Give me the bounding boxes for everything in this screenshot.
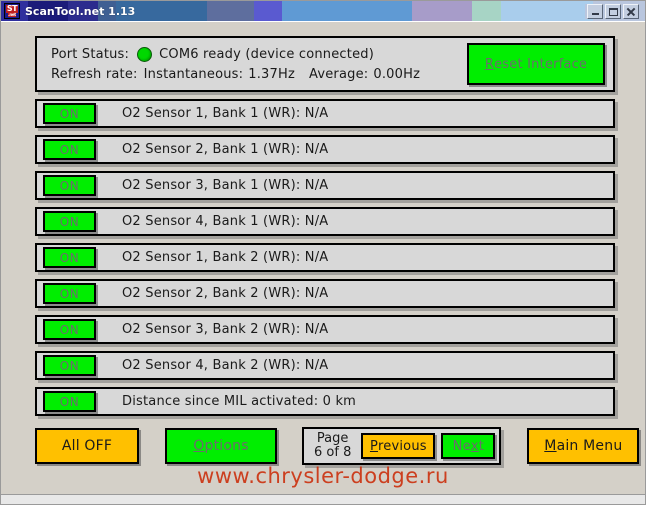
reset-interface-button[interactable]: Reset Interface: [467, 43, 605, 85]
refresh-rate-row: Refresh rate: Instantaneous: 1.37Hz Aver…: [51, 67, 461, 82]
page-word: Page: [316, 431, 349, 447]
close-button[interactable]: [623, 3, 639, 19]
port-status-value: COM6 ready (device connected): [159, 46, 374, 62]
title-bar-band: [207, 1, 255, 21]
options-label: ptions: [204, 438, 249, 454]
options-button[interactable]: Options: [165, 428, 277, 464]
window-title: ScanTool.net 1.13: [25, 4, 136, 18]
reset-interface-accelerator: R: [484, 56, 495, 72]
title-bar-band: [471, 1, 502, 21]
client-area: Port Status: COM6 ready (device connecte…: [1, 22, 645, 494]
main-menu-accelerator: M: [544, 438, 557, 454]
minimize-button[interactable]: [587, 3, 603, 19]
average-label: Average:: [308, 66, 369, 82]
sensor-list: ON O2 Sensor 1, Bank 1 (WR): N/A ON O2 Sens…: [35, 99, 615, 416]
sensor-toggle-button[interactable]: ON: [43, 247, 96, 268]
title-bar-band: [254, 1, 283, 21]
status-panel: Port Status: COM6 ready (device connecte…: [35, 36, 615, 92]
bottom-toolbar: All OFF Options Page 6 of 8 Previous Ne x…: [35, 426, 640, 466]
sensor-row: ON O2 Sensor 4, Bank 1 (WR): N/A: [35, 207, 615, 236]
sensor-toggle-button[interactable]: ON: [43, 211, 96, 232]
port-status-label: Port Status:: [51, 46, 130, 62]
sensor-toggle-button[interactable]: ON: [43, 139, 96, 160]
refresh-rate-label: Refresh rate:: [51, 66, 138, 82]
status-led-green-icon: [137, 46, 153, 62]
main-menu-button[interactable]: Main Menu: [527, 428, 640, 464]
sensor-toggle-button[interactable]: ON: [43, 283, 96, 304]
options-accelerator: O: [193, 438, 205, 454]
sensor-label: O2 Sensor 1, Bank 1 (WR): N/A: [122, 106, 329, 121]
port-status-row: Port Status: COM6 ready (device connecte…: [51, 46, 461, 62]
window-controls: [585, 3, 641, 19]
sensor-label: O2 Sensor 1, Bank 2 (WR): N/A: [122, 250, 329, 265]
title-bar-band: [501, 1, 594, 21]
previous-label: revious: [378, 438, 427, 454]
title-bar-band: [282, 1, 412, 21]
all-off-button[interactable]: All OFF: [35, 428, 139, 464]
page-navigation-group: Page 6 of 8 Previous Ne x t: [302, 427, 502, 465]
next-accelerator: x: [470, 438, 479, 454]
sensor-toggle-button[interactable]: ON: [43, 103, 96, 124]
sensor-label: O2 Sensor 2, Bank 1 (WR): N/A: [122, 142, 329, 157]
sensor-row: ON O2 Sensor 2, Bank 1 (WR): N/A: [35, 135, 615, 164]
all-off-label: All OFF: [61, 438, 113, 454]
sensor-label: O2 Sensor 4, Bank 1 (WR): N/A: [122, 214, 329, 229]
maximize-icon: [609, 7, 618, 16]
window-bottom-edge: [1, 494, 645, 504]
sensor-row: ON O2 Sensor 2, Bank 2 (WR): N/A: [35, 279, 615, 308]
minimize-icon: [592, 12, 599, 15]
next-label-pre: Ne: [452, 438, 471, 454]
next-page-button[interactable]: Ne x t: [441, 433, 496, 459]
sensor-toggle-button[interactable]: ON: [43, 319, 96, 340]
instantaneous-label: Instantaneous:: [143, 66, 244, 82]
site-watermark: www.chrysler-dodge.ru: [197, 464, 449, 488]
title-bar: ST .net ScanTool.net 1.13: [1, 1, 645, 22]
sensor-label: O2 Sensor 3, Bank 1 (WR): N/A: [122, 178, 329, 193]
application-window: ST .net ScanTool.net 1.13 Port Status: C…: [0, 0, 646, 505]
sensor-row: ON O2 Sensor 1, Bank 1 (WR): N/A: [35, 99, 615, 128]
sensor-label: O2 Sensor 3, Bank 2 (WR): N/A: [122, 322, 329, 337]
sensor-row: ON O2 Sensor 4, Bank 2 (WR): N/A: [35, 351, 615, 380]
sensor-row: ON O2 Sensor 1, Bank 2 (WR): N/A: [35, 243, 615, 272]
sensor-row: ON O2 Sensor 3, Bank 2 (WR): N/A: [35, 315, 615, 344]
instantaneous-value: 1.37Hz: [248, 66, 295, 82]
sensor-row: ON Distance since MIL activated: 0 km: [35, 387, 615, 416]
sensor-toggle-button[interactable]: ON: [43, 355, 96, 376]
sensor-toggle-button[interactable]: ON: [43, 391, 96, 412]
reset-interface-label: eset Interface: [494, 56, 588, 72]
previous-accelerator: P: [369, 438, 378, 454]
scantool-app-icon: ST .net: [4, 3, 20, 19]
app-icon-text-bottom: .net: [8, 12, 16, 17]
sensor-label: O2 Sensor 4, Bank 2 (WR): N/A: [122, 358, 329, 373]
page-counter: Page 6 of 8: [310, 432, 355, 459]
sensor-label: Distance since MIL activated: 0 km: [122, 394, 357, 409]
sensor-toggle-button[interactable]: ON: [43, 175, 96, 196]
previous-page-button[interactable]: Previous: [361, 433, 436, 459]
next-label-post: t: [478, 438, 485, 454]
status-text-block: Port Status: COM6 ready (device connecte…: [51, 46, 461, 82]
sensor-label: O2 Sensor 2, Bank 2 (WR): N/A: [122, 286, 329, 301]
average-value: 0.00Hz: [373, 66, 421, 82]
title-bar-band: [411, 1, 472, 21]
sensor-row: ON O2 Sensor 3, Bank 1 (WR): N/A: [35, 171, 615, 200]
maximize-button[interactable]: [605, 3, 621, 19]
main-menu-label: ain Menu: [556, 438, 623, 454]
page-count: 6 of 8: [314, 445, 352, 460]
